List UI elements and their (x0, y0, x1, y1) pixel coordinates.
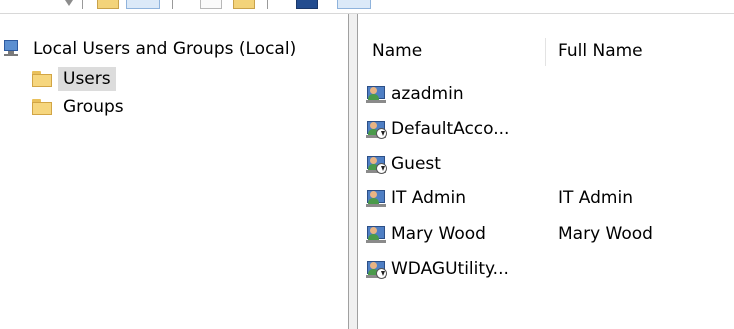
column-divider[interactable] (545, 38, 546, 66)
user-icon (366, 188, 388, 208)
tree-pane[interactable]: Local Users and Groups (Local) Users Gro… (0, 14, 348, 329)
disabled-user-icon (366, 154, 388, 174)
toolbar (0, 0, 734, 14)
disabled-user-icon (366, 119, 388, 139)
toolbar-separator (267, 0, 268, 9)
tree-item-users-label: Users (58, 67, 116, 91)
table-row[interactable]: Mary Wood (366, 222, 486, 246)
up-folder-button[interactable] (97, 0, 119, 9)
table-row[interactable]: azadmin (366, 82, 464, 106)
show-action-pane-button[interactable] (337, 0, 371, 9)
show-tree-button[interactable] (126, 0, 160, 9)
user-name: Guest (391, 154, 441, 174)
table-row[interactable]: Guest (366, 152, 441, 176)
column-header-name[interactable]: Name (372, 38, 422, 64)
help-button[interactable] (296, 0, 318, 9)
tree-item-groups-label: Groups (63, 97, 124, 117)
export-list-button[interactable] (200, 0, 222, 9)
computer-icon (2, 40, 20, 58)
tree-item-users[interactable]: Users (32, 66, 116, 92)
toolbar-separator (82, 0, 83, 9)
user-name: Mary Wood (391, 224, 486, 244)
user-icon (366, 84, 388, 104)
user-icon (366, 224, 388, 244)
user-name: WDAGUtility... (391, 259, 509, 279)
table-row[interactable]: DefaultAcco... (366, 117, 509, 141)
table-row[interactable]: IT Admin (366, 186, 466, 210)
disabled-user-icon (366, 259, 388, 279)
pane-splitter[interactable] (348, 14, 358, 329)
tree-item-root-label: Local Users and Groups (Local) (33, 39, 297, 59)
properties-button[interactable] (233, 0, 255, 9)
table-row[interactable]: WDAGUtility... (366, 257, 509, 281)
user-name: DefaultAcco... (391, 119, 510, 139)
tree-item-root[interactable]: Local Users and Groups (Local) (4, 36, 301, 62)
folder-icon (32, 71, 52, 87)
toolbar-separator (172, 0, 173, 9)
user-list-pane[interactable]: Name Full Name azadmin DefaultAcco... Gu… (358, 14, 734, 329)
user-full-name: Mary Wood (558, 224, 653, 244)
user-full-name: IT Admin (558, 188, 633, 208)
user-name: IT Admin (391, 188, 466, 208)
column-header-full-name[interactable]: Full Name (558, 38, 643, 64)
user-name: azadmin (391, 84, 464, 104)
folder-icon (32, 99, 52, 115)
forward-arrow-icon[interactable] (65, 0, 73, 6)
tree-item-groups[interactable]: Groups (32, 94, 129, 120)
